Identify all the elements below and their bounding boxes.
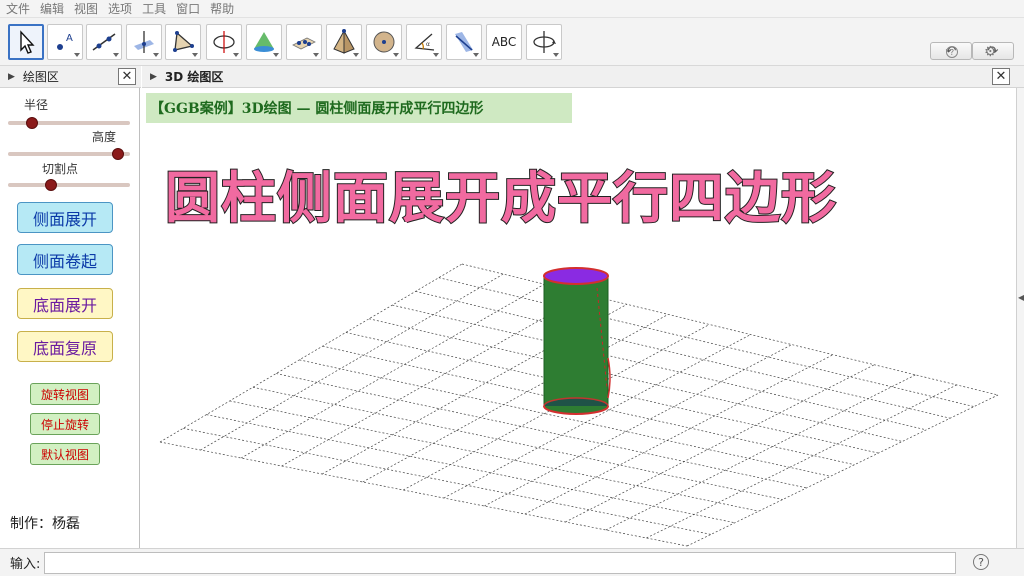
text-tool-button[interactable]: ABC bbox=[486, 24, 522, 60]
grid-line bbox=[159, 441, 688, 547]
grid-line bbox=[240, 283, 545, 459]
cone-tool-button[interactable] bbox=[246, 24, 282, 60]
maker-credit: 制作：杨磊 bbox=[10, 516, 80, 532]
menu-edit[interactable]: 编辑 bbox=[40, 0, 64, 17]
grid-line bbox=[368, 318, 903, 442]
menu-bar: 文件 编辑 视图 选项 工具 窗口 帮助 bbox=[0, 0, 1024, 18]
view3d-canvas[interactable]: 【GGB案例】3D绘图 — 圆柱侧面展开成平行四边形 圆柱侧面展开成平行四边形 bbox=[142, 88, 1016, 548]
input-field[interactable] bbox=[44, 551, 956, 574]
line-tool-button[interactable] bbox=[86, 24, 122, 60]
rotate-3d-icon bbox=[533, 31, 556, 53]
drawing-panel-title: 绘图区 bbox=[22, 70, 59, 84]
circle-axis-icon bbox=[213, 31, 235, 53]
grid-line bbox=[362, 314, 669, 483]
menu-window[interactable]: 窗口 bbox=[176, 0, 200, 17]
grid-line bbox=[276, 373, 807, 489]
grid-line bbox=[686, 394, 999, 547]
collapse-arrow-icon[interactable]: ▶ bbox=[8, 72, 15, 82]
slider-cut-knob[interactable] bbox=[44, 179, 57, 191]
right-splitter[interactable]: ◀ bbox=[1016, 88, 1024, 548]
plane-points-icon bbox=[292, 37, 316, 50]
slider-radius-label: 半径 bbox=[24, 98, 49, 112]
grid-line bbox=[565, 364, 875, 523]
drawing-panel: 半径 高度 切割点 侧面展开 侧面卷起 底面展开 底面复原 旋转视图 停止旋转 … bbox=[0, 88, 140, 548]
cylinder-top-base bbox=[543, 267, 609, 285]
grid-line bbox=[605, 374, 916, 531]
menu-help[interactable]: 帮助 bbox=[210, 0, 234, 17]
close-drawing-panel-button[interactable]: ✕ bbox=[118, 68, 136, 85]
point-icon: A bbox=[57, 33, 73, 50]
help-icon[interactable]: ? bbox=[946, 46, 958, 58]
grid-line bbox=[159, 263, 463, 443]
slider-cut-label: 切割点 bbox=[42, 162, 79, 176]
grid-line bbox=[392, 304, 927, 431]
grid-line bbox=[438, 277, 975, 407]
rotate-view-button[interactable]: 旋转视图 bbox=[30, 383, 100, 405]
drawing-panel-header: ▶ 绘图区 ✕ bbox=[0, 66, 141, 88]
cursor-arrow-icon bbox=[20, 30, 35, 54]
lateral-roll-button[interactable]: 侧面卷起 bbox=[17, 244, 113, 275]
grid-line bbox=[415, 291, 951, 419]
case-banner: 【GGB案例】3D绘图 — 圆柱侧面展开成平行四边形 bbox=[146, 93, 572, 123]
angle-icon: α bbox=[414, 33, 435, 51]
grid-line bbox=[183, 427, 711, 535]
point-tool-button[interactable]: A bbox=[47, 24, 83, 60]
slider-radius-knob[interactable] bbox=[26, 117, 39, 129]
perpendicular-plane-icon bbox=[134, 31, 154, 53]
grid-line bbox=[200, 273, 504, 451]
grid-line bbox=[461, 263, 999, 396]
grid-line bbox=[646, 384, 957, 539]
menu-tools[interactable]: 工具 bbox=[142, 0, 166, 17]
sphere-tool-button[interactable] bbox=[366, 24, 402, 60]
svg-text:A: A bbox=[66, 33, 73, 44]
close-view3d-button[interactable]: ✕ bbox=[992, 68, 1010, 85]
move-tool-button[interactable] bbox=[8, 24, 44, 60]
sphere-icon bbox=[373, 31, 395, 53]
pyramid-icon bbox=[333, 29, 355, 54]
slider-cut-track[interactable] bbox=[8, 183, 130, 187]
polygon-tool-button[interactable] bbox=[165, 24, 201, 60]
toolbar: A α ABC ↶ ↷ bbox=[0, 18, 1024, 66]
view3d-header: ▶ 3D 绘图区 ✕ bbox=[142, 66, 1024, 88]
big-title: 圆柱侧面展开成平行四边形 bbox=[164, 165, 838, 231]
circle-tool-button[interactable] bbox=[206, 24, 242, 60]
stop-rotate-button[interactable]: 停止旋转 bbox=[30, 413, 100, 435]
input-help-icon[interactable]: ? bbox=[973, 554, 989, 570]
rotate-view-tool-button[interactable] bbox=[526, 24, 562, 60]
grid-line bbox=[345, 332, 879, 454]
base-restore-button[interactable]: 底面复原 bbox=[17, 331, 113, 362]
grid-line bbox=[206, 414, 735, 524]
menu-file[interactable]: 文件 bbox=[6, 0, 30, 17]
default-view-button[interactable]: 默认视图 bbox=[30, 443, 100, 465]
base-unfold-button[interactable]: 底面展开 bbox=[17, 288, 113, 319]
slider-height-label: 高度 bbox=[92, 130, 117, 144]
pyramid-tool-button[interactable] bbox=[326, 24, 362, 60]
cylinder-lateral-surface bbox=[543, 275, 609, 415]
cylinder[interactable] bbox=[543, 267, 611, 415]
menu-view[interactable]: 视图 bbox=[74, 0, 98, 17]
input-label: 输入: bbox=[10, 557, 41, 572]
slider-height-knob[interactable] bbox=[111, 148, 124, 160]
plane-tool-button[interactable] bbox=[286, 24, 322, 60]
grid-line bbox=[229, 400, 759, 512]
reflect-plane-icon bbox=[455, 32, 473, 52]
settings-gear-icon[interactable]: ⚙ bbox=[984, 44, 997, 60]
svg-text:α: α bbox=[426, 41, 430, 48]
collapse-arrow-icon[interactable]: ▶ bbox=[150, 72, 157, 82]
perpendicular-tool-button[interactable] bbox=[126, 24, 162, 60]
grid-line bbox=[281, 293, 586, 467]
grid-line bbox=[252, 386, 783, 500]
angle-tool-button[interactable]: α bbox=[406, 24, 442, 60]
menu-options[interactable]: 选项 bbox=[108, 0, 132, 17]
reflect-tool-button[interactable] bbox=[446, 24, 482, 60]
input-bar: 输入: ? bbox=[0, 548, 1024, 576]
view3d-title: 3D 绘图区 bbox=[164, 70, 224, 84]
cone-icon bbox=[254, 32, 274, 52]
lateral-unfold-button[interactable]: 侧面展开 bbox=[17, 202, 113, 233]
grid-line bbox=[484, 344, 793, 507]
triangle-icon bbox=[173, 31, 194, 52]
splitter-arrow-icon: ◀ bbox=[1018, 293, 1024, 302]
text-abc-icon: ABC bbox=[491, 35, 517, 49]
line-icon bbox=[92, 33, 116, 51]
